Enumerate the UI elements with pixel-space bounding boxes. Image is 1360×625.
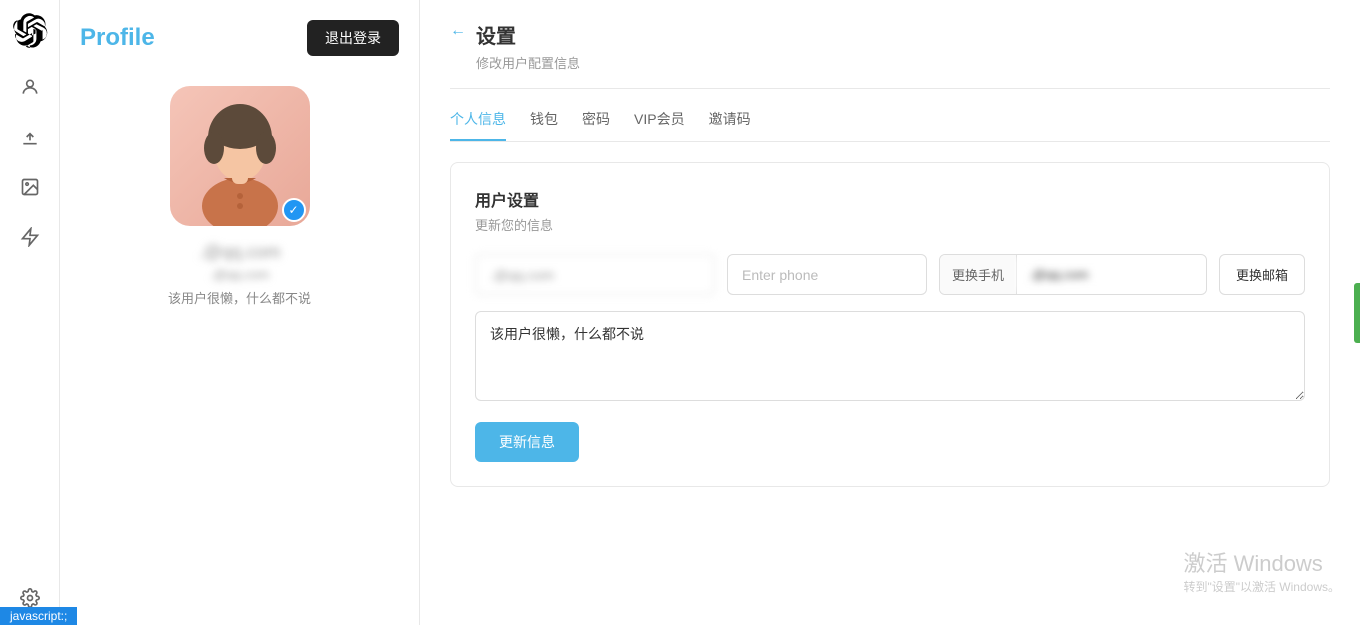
green-bar: [1354, 283, 1360, 343]
settings-card-subtitle: 更新您的信息: [475, 215, 1305, 234]
avatar-container: ✓: [170, 86, 310, 226]
sidebar: [0, 0, 60, 625]
change-phone-label: 更换手机: [940, 255, 1017, 294]
tab-wallet[interactable]: 钱包: [530, 109, 558, 141]
status-bar: javascript:;: [0, 607, 77, 625]
sidebar-item-image[interactable]: [15, 172, 45, 202]
email-input[interactable]: [475, 254, 715, 295]
bio-textarea[interactable]: 该用户很懒，什么都不说: [475, 311, 1305, 401]
back-button[interactable]: ←: [450, 22, 466, 40]
left-panel-header: Profile 退出登录: [80, 20, 399, 56]
left-panel: Profile 退出登录: [60, 0, 420, 625]
phone-input[interactable]: [727, 254, 927, 295]
user-email-main: .@qq.com: [198, 242, 280, 263]
tab-invite[interactable]: 邀请码: [709, 109, 751, 141]
profile-title: Profile: [80, 24, 155, 52]
update-button[interactable]: 更新信息: [475, 422, 579, 462]
change-email-button[interactable]: 更换邮箱: [1219, 254, 1305, 295]
change-phone-group: 更换手机: [939, 254, 1207, 295]
settings-card: 用户设置 更新您的信息 更换手机 更换邮箱 该用户很懒，什么都不说 更新信息: [450, 162, 1330, 487]
tab-password[interactable]: 密码: [582, 109, 610, 141]
page-subtitle: 修改用户配置信息: [476, 53, 580, 72]
page-header: ← 设置 修改用户配置信息: [450, 20, 1330, 89]
main-content: ← 设置 修改用户配置信息 个人信息 钱包 密码 VIP会员 邀请码 用户设置 …: [420, 0, 1360, 625]
tabs: 个人信息 钱包 密码 VIP会员 邀请码: [450, 109, 1330, 142]
logo[interactable]: [12, 12, 48, 48]
avatar-badge[interactable]: ✓: [282, 198, 306, 222]
sidebar-item-upload[interactable]: [15, 122, 45, 152]
tab-vip[interactable]: VIP会员: [634, 109, 685, 141]
page-header-text: 设置 修改用户配置信息: [476, 20, 580, 72]
status-text: javascript:;: [10, 609, 67, 623]
user-bio: 该用户很懒，什么都不说: [168, 288, 311, 307]
phone-display-input[interactable]: [1017, 257, 1207, 292]
settings-card-title: 用户设置: [475, 187, 1305, 211]
sidebar-item-lightning[interactable]: [15, 222, 45, 252]
user-email-sub: .@qq.com: [210, 267, 269, 282]
tab-personal-info[interactable]: 个人信息: [450, 109, 506, 141]
form-row-1: 更换手机 更换邮箱: [475, 254, 1305, 295]
page-title: 设置: [476, 20, 580, 49]
sidebar-item-user[interactable]: [15, 72, 45, 102]
logout-button[interactable]: 退出登录: [307, 20, 399, 56]
